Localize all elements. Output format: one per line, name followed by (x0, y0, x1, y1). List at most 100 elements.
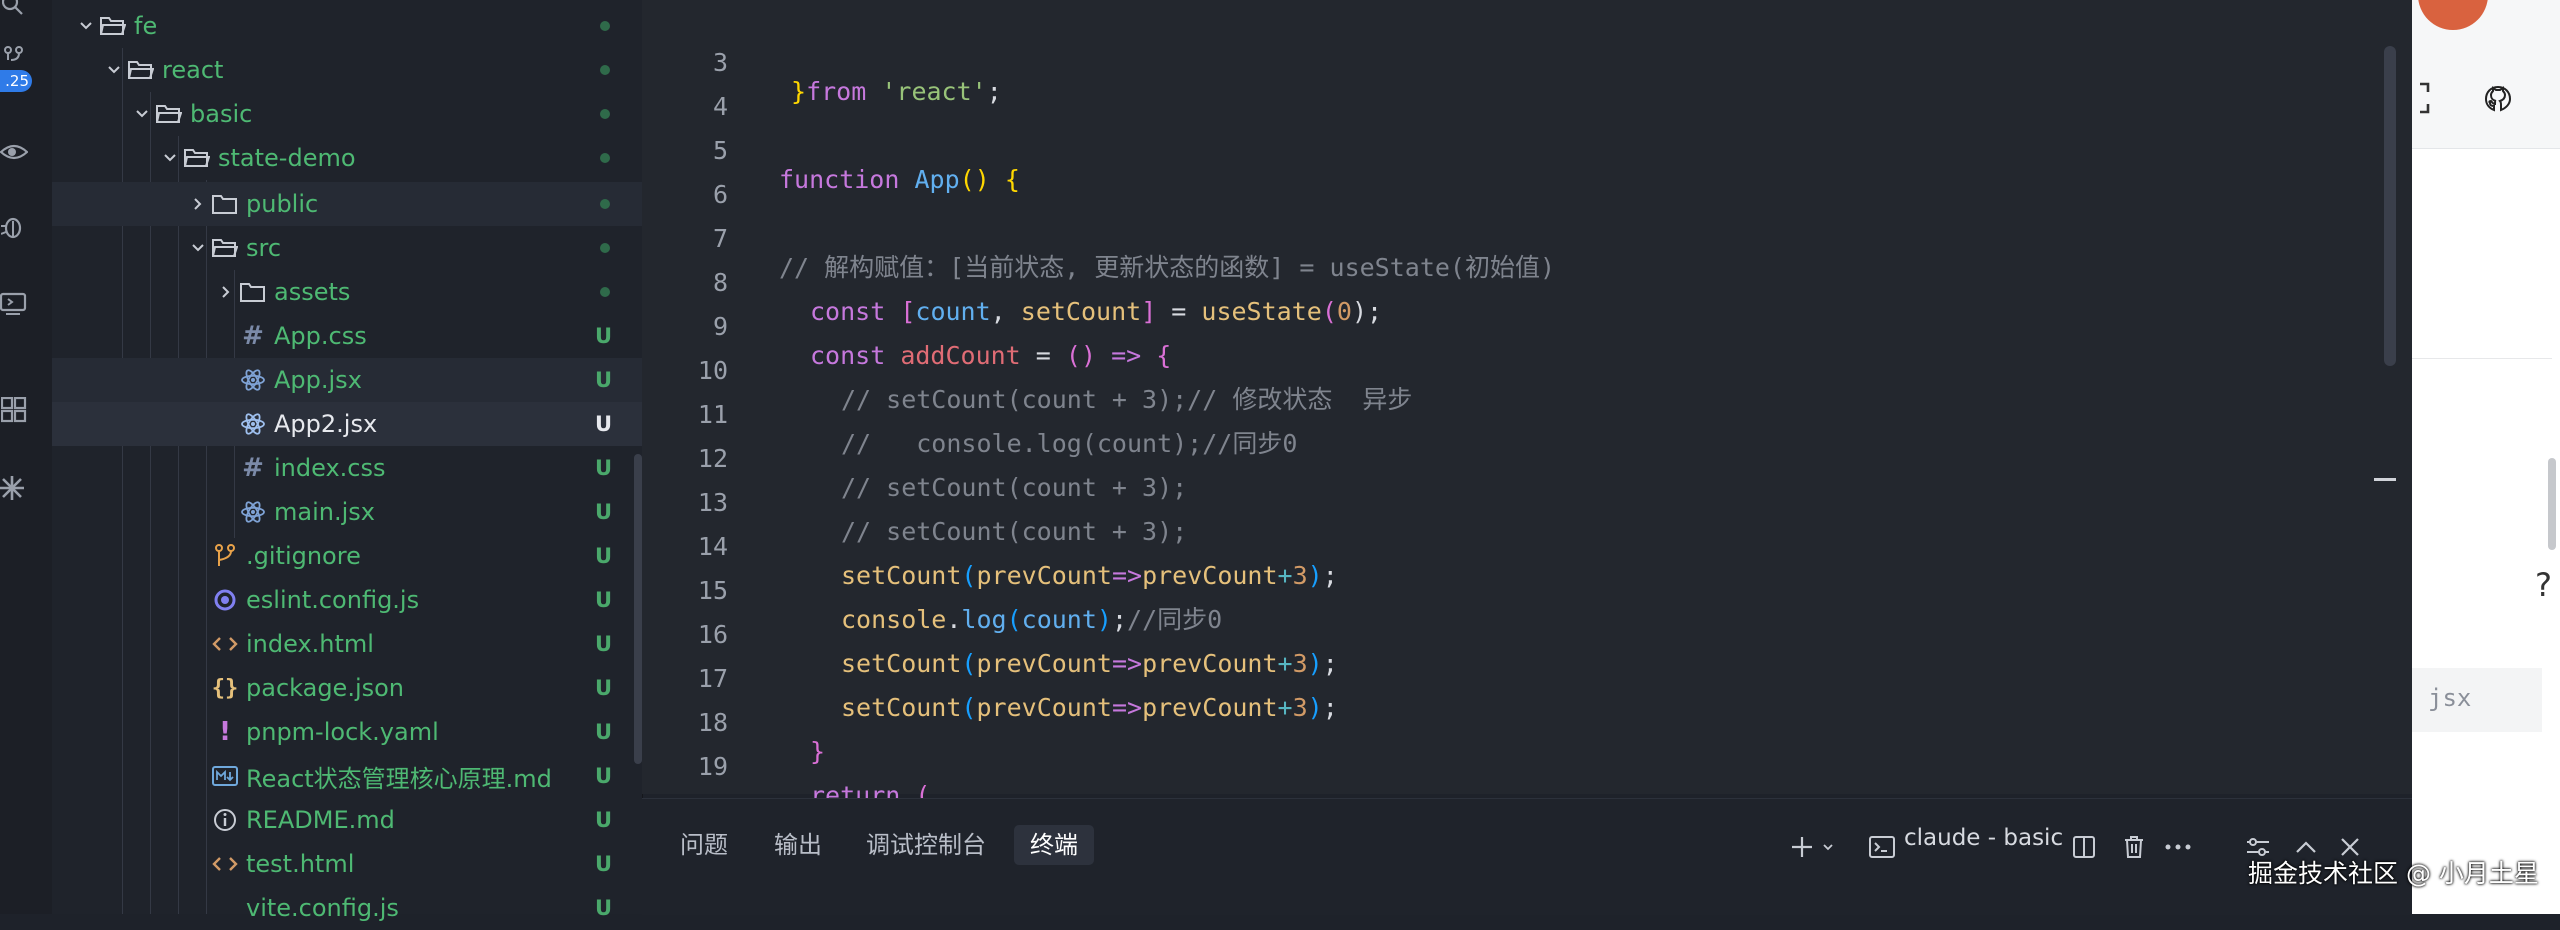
tree-label: index.html (246, 630, 374, 658)
search-icon[interactable] (0, 0, 28, 26)
editor-scrollbar[interactable] (2384, 46, 2396, 366)
folder-icon (210, 193, 240, 215)
remote-explorer-icon[interactable] (0, 284, 28, 324)
react-icon (238, 500, 268, 524)
code-line: 11 // console.log(count);//同步0 (642, 364, 2382, 458)
code-line: 13 // setCount(count + 3); (642, 452, 2382, 546)
tree-file-app-jsx[interactable]: App.jsx U (52, 358, 642, 402)
tree-label: fe (134, 12, 158, 40)
code-line: 5 function App() { (642, 100, 2382, 194)
modified-dot (600, 199, 610, 209)
explorer-scrollbar[interactable] (634, 454, 642, 764)
tree-label: react (162, 56, 224, 84)
terminal-instance-label[interactable]: claude - basic (1904, 825, 2063, 865)
react-icon (238, 368, 268, 392)
code-block: jsx (2412, 668, 2542, 732)
expand-icon[interactable] (2418, 82, 2448, 122)
tree-label: basic (190, 100, 253, 128)
extensions-icon[interactable] (0, 390, 28, 430)
tree-label: eslint.config.js (246, 586, 420, 614)
code-line: 16 setCount(prevCount=>prevCount+3); (642, 584, 2382, 678)
code-line: 15 console.log(count);//同步0 (642, 540, 2382, 634)
line-number: 20 (642, 789, 728, 794)
code-editor[interactable]: 3 }from 'react'; 4 5 function App() { 6 … (642, 0, 2412, 810)
folder-open-icon (182, 147, 212, 169)
untracked-badge: U (594, 764, 612, 788)
html-icon (210, 855, 240, 873)
github-icon[interactable] (2482, 84, 2516, 118)
tree-file-eslint-config[interactable]: eslint.config.js U (52, 578, 642, 622)
tree-file-test-html[interactable]: test.html U (52, 842, 642, 886)
overview-ruler-marker (2374, 478, 2396, 481)
tab-debug-console[interactable]: 调试控制台 (866, 825, 986, 865)
trash-icon[interactable] (2116, 829, 2152, 865)
folder-open-icon (210, 237, 240, 259)
tree-file-pnpm-lock[interactable]: ! pnpm-lock.yaml U (52, 710, 642, 754)
json-icon: {} (211, 675, 239, 701)
react-icon (238, 412, 268, 436)
tab-terminal[interactable]: 终端 (1014, 825, 1094, 865)
untracked-badge: U (594, 412, 612, 436)
tab-output[interactable]: 输出 (774, 825, 822, 865)
new-terminal-plus-icon[interactable] (1784, 829, 1820, 865)
tree-folder-public[interactable]: public (52, 182, 642, 226)
tree-file-react-md[interactable]: React状态管理核心原理.md U (52, 754, 642, 798)
tree-label: App.jsx (274, 366, 362, 394)
scm-count-badge: .25 (0, 70, 32, 92)
tree-file-vite-config[interactable]: vite.config.js U (52, 886, 642, 930)
untracked-badge: U (594, 368, 612, 392)
modified-dot (600, 243, 610, 253)
tree-label: assets (274, 278, 351, 306)
code-line: 18 } (642, 672, 2382, 766)
code-line: 9 const addCount = () => { (642, 276, 2382, 370)
more-actions-icon[interactable] (2160, 829, 2196, 865)
tree-label: index.css (274, 454, 386, 482)
tree-folder-src[interactable]: src (52, 226, 642, 270)
hash-icon: # (242, 453, 264, 483)
tab-problems[interactable]: 问题 (680, 825, 728, 865)
bottom-panel: 问题 输出 调试控制台 终端 claude - basic (642, 798, 2412, 915)
tree-file-index-html[interactable]: index.html U (52, 622, 642, 666)
chevron-down-icon (186, 241, 210, 255)
code-line: 10 // setCount(count + 3);// 修改状态 异步 (642, 320, 2382, 414)
tree-folder-react[interactable]: react (52, 48, 642, 92)
untracked-badge: U (594, 676, 612, 700)
html-icon (210, 635, 240, 653)
tree-label: React状态管理核心原理.md (246, 764, 552, 793)
code-line: 3 }from 'react'; (642, 12, 2382, 106)
tree-file-main-jsx[interactable]: main.jsx U (52, 490, 642, 534)
tree-folder-fe[interactable]: fe (52, 4, 642, 48)
browser-window-edge: ? jsx (2412, 0, 2560, 914)
question-mark-text: ? (2535, 566, 2552, 604)
tree-file-app2-jsx[interactable]: App2.jsx U (52, 402, 642, 446)
modified-dot (600, 287, 610, 297)
tree-file-readme[interactable]: README.md U (52, 798, 642, 842)
sparkle-icon[interactable] (0, 468, 28, 508)
tree-file-index-css[interactable]: # index.css U (52, 446, 642, 490)
eye-icon[interactable] (0, 132, 28, 172)
browser-scrollbar[interactable] (2548, 458, 2556, 550)
folder-icon (238, 281, 268, 303)
untracked-badge: U (594, 500, 612, 524)
debug-icon[interactable] (0, 206, 28, 246)
split-terminal-icon[interactable] (2066, 829, 2102, 865)
tree-file-gitignore[interactable]: .gitignore U (52, 534, 642, 578)
source-control-icon[interactable] (0, 40, 28, 70)
tree-file-package-json[interactable]: {} package.json U (52, 666, 642, 710)
modified-dot (600, 109, 610, 119)
tree-file-app-css[interactable]: # App.css U (52, 314, 642, 358)
divider (2412, 358, 2552, 359)
code-line: 7 // 解构赋值：[当前状态, 更新状态的函数] = useState(初始值… (642, 188, 2382, 282)
git-icon (210, 544, 240, 568)
untracked-badge: U (594, 896, 612, 920)
untracked-badge: U (594, 456, 612, 480)
untracked-badge: U (594, 808, 612, 832)
tree-folder-basic[interactable]: basic (52, 92, 642, 136)
folder-open-icon (98, 15, 128, 37)
tree-folder-state-demo[interactable]: state-demo (52, 136, 642, 180)
chevron-down-icon[interactable] (1818, 829, 1838, 865)
tree-label: .gitignore (246, 542, 361, 570)
terminal-icon (1864, 829, 1900, 865)
code-line: 17 setCount(prevCount=>prevCount+3); (642, 628, 2382, 722)
tree-folder-assets[interactable]: assets (52, 270, 642, 314)
